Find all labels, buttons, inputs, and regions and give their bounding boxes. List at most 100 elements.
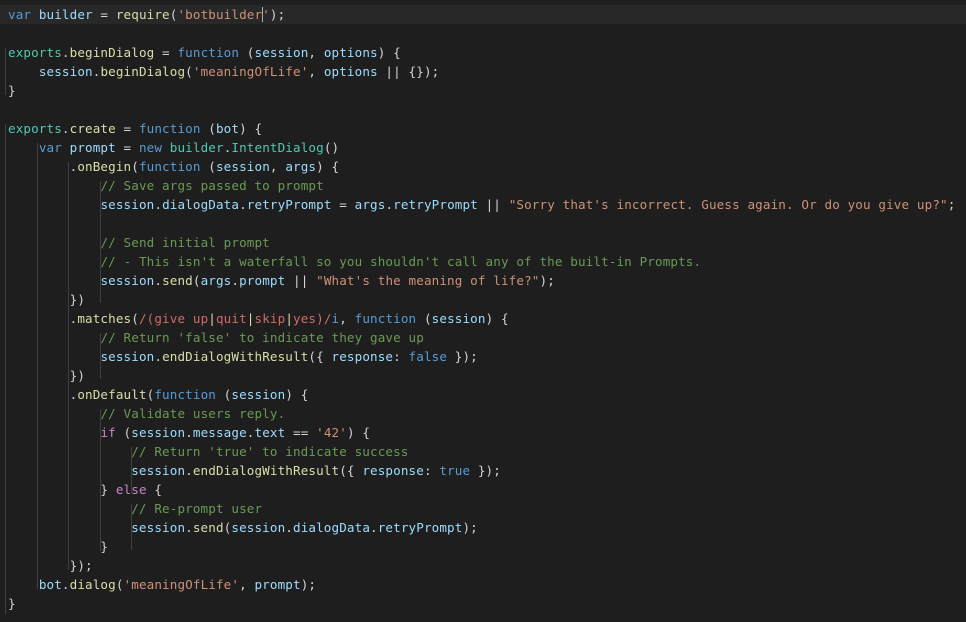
code-line-6[interactable] xyxy=(8,100,966,119)
token-keyword: new xyxy=(138,140,163,155)
code-line-32[interactable]: } xyxy=(8,594,966,613)
code-line-15[interactable]: session.send(args.prompt || "What's the … xyxy=(8,271,966,290)
token-dot: . xyxy=(61,45,70,60)
code-line-31[interactable]: bot.dialog('meaningOfLife', prompt); xyxy=(8,575,966,594)
token-param: session xyxy=(215,159,270,174)
token-string: "Sorry that's incorrect. Guess again. Or… xyxy=(508,197,948,212)
token-brace: } xyxy=(8,539,109,554)
token-comment: // Save args passed to prompt xyxy=(100,178,324,193)
code-line-16[interactable]: }) xyxy=(8,290,966,309)
code-line-14[interactable]: // - This isn't a waterfall so you shoul… xyxy=(8,252,966,271)
token-regex-body: skip xyxy=(254,311,286,326)
token-keyword: function xyxy=(177,45,240,60)
code-line-22[interactable]: // Validate users reply. xyxy=(8,404,966,423)
code-line-8[interactable]: var prompt = new builder.IntentDialog() xyxy=(8,138,966,157)
token-punct: ( xyxy=(192,273,201,288)
token-operator: = xyxy=(92,7,116,22)
code-line-9[interactable]: .onBegin(function (session, args) { xyxy=(8,157,966,176)
token-identifier: session xyxy=(100,349,155,364)
token-operator: = xyxy=(331,197,355,212)
code-line-29[interactable]: } xyxy=(8,537,966,556)
code-line-19[interactable]: session.endDialogWithResult({ response: … xyxy=(8,347,966,366)
code-line-2[interactable] xyxy=(8,24,966,43)
token-punct: ) { xyxy=(346,425,371,440)
code-line-17[interactable]: .matches(/(give up|quit|skip|yes)/i, fun… xyxy=(8,309,966,328)
code-line-7[interactable]: exports.create = function (bot) { xyxy=(8,119,966,138)
token-indent-dot: . xyxy=(8,387,78,402)
code-line-18[interactable]: // Return 'false' to indicate they gave … xyxy=(8,328,966,347)
code-line-20[interactable]: }) xyxy=(8,366,966,385)
token-regex-body: yes) xyxy=(293,311,324,326)
token-param: session xyxy=(231,387,286,402)
token-punct: ) { xyxy=(316,159,340,174)
token-keyword: function xyxy=(138,121,201,136)
code-line-25[interactable]: session.endDialogWithResult({ response: … xyxy=(8,461,966,480)
token-punct: ( xyxy=(131,159,139,174)
token-dot: . xyxy=(154,273,163,288)
token-property: create xyxy=(69,121,116,136)
token-punct: }); xyxy=(447,349,478,364)
code-line-13[interactable]: // Send initial prompt xyxy=(8,233,966,252)
token-property: text xyxy=(254,425,286,440)
token-punct: ); xyxy=(539,273,555,288)
code-line-1[interactable]: var builder = require('botbuilder'); xyxy=(0,5,966,24)
code-line-26[interactable]: } else { xyxy=(8,480,966,499)
token-colon: : xyxy=(393,349,409,364)
token-punct: ( xyxy=(200,159,216,174)
token-comma: , xyxy=(308,64,324,79)
token-method: endDialogWithResult xyxy=(192,463,340,478)
token-brace: } xyxy=(8,482,116,497)
token-string: "What's the meaning of life?" xyxy=(316,273,540,288)
token-colon: : xyxy=(423,463,440,478)
token-identifier: session xyxy=(100,273,155,288)
token-dot: . xyxy=(61,577,70,592)
code-line-11[interactable]: session.dialogData.retryPrompt = args.re… xyxy=(8,195,966,214)
code-line-4[interactable]: session.beginDialog('meaningOfLife', opt… xyxy=(8,62,966,81)
token-dot: . xyxy=(154,197,163,212)
token-dot: . xyxy=(185,520,193,535)
token-control-keyword: else xyxy=(115,482,147,497)
token-punct: ; xyxy=(947,197,956,212)
token-punct: }); xyxy=(8,558,93,573)
token-operator: = xyxy=(115,140,139,155)
token-punct: ) { xyxy=(239,121,263,136)
token-punct: ( xyxy=(215,387,232,402)
code-editor[interactable]: var builder = require ('botbuilder'); exp… xyxy=(0,0,966,622)
token-method: onDefault xyxy=(77,387,147,402)
code-line-24[interactable]: // Return 'true' to indicate success xyxy=(8,442,966,461)
code-line-23[interactable]: if (session.message.text == '42') { xyxy=(8,423,966,442)
code-line-21[interactable]: .onDefault(function (session) { xyxy=(8,385,966,404)
token-param: session xyxy=(431,311,486,326)
token-comment: // Validate users reply. xyxy=(100,406,286,421)
code-line-5[interactable]: } xyxy=(8,81,966,100)
token-operator: || xyxy=(285,273,317,288)
token-identifier: session xyxy=(131,463,186,478)
code-line-27[interactable]: // Re-prompt user xyxy=(8,499,966,518)
token-param: session xyxy=(254,45,309,60)
code-line-28[interactable]: session.send(session.dialogData.retryPro… xyxy=(8,518,966,537)
token-comment: // Re-prompt user xyxy=(131,501,263,516)
token-method: send xyxy=(192,520,224,535)
token-keyword: false xyxy=(408,349,448,364)
token-regex-body: quit xyxy=(215,311,247,326)
code-line-10[interactable]: // Save args passed to prompt xyxy=(8,176,966,195)
token-namespace: exports xyxy=(8,45,62,60)
token-keyword: function xyxy=(138,159,201,174)
token-regex-body: (give up xyxy=(146,311,209,326)
token-punct: ); xyxy=(462,520,478,535)
token-dot: . xyxy=(61,121,70,136)
code-line-30[interactable]: }); xyxy=(8,556,966,575)
token-punct: ({ xyxy=(339,463,363,478)
token-dot: . xyxy=(231,273,240,288)
code-line-3[interactable]: exports.beginDialog = function (session,… xyxy=(8,43,966,62)
code-line-12[interactable] xyxy=(8,214,966,233)
token-method: endDialogWithResult xyxy=(162,349,309,364)
token-punct: ({ xyxy=(308,349,332,364)
token-identifier: prompt xyxy=(254,577,301,592)
code-content[interactable]: var builder = require ('botbuilder'); exp… xyxy=(0,0,966,613)
